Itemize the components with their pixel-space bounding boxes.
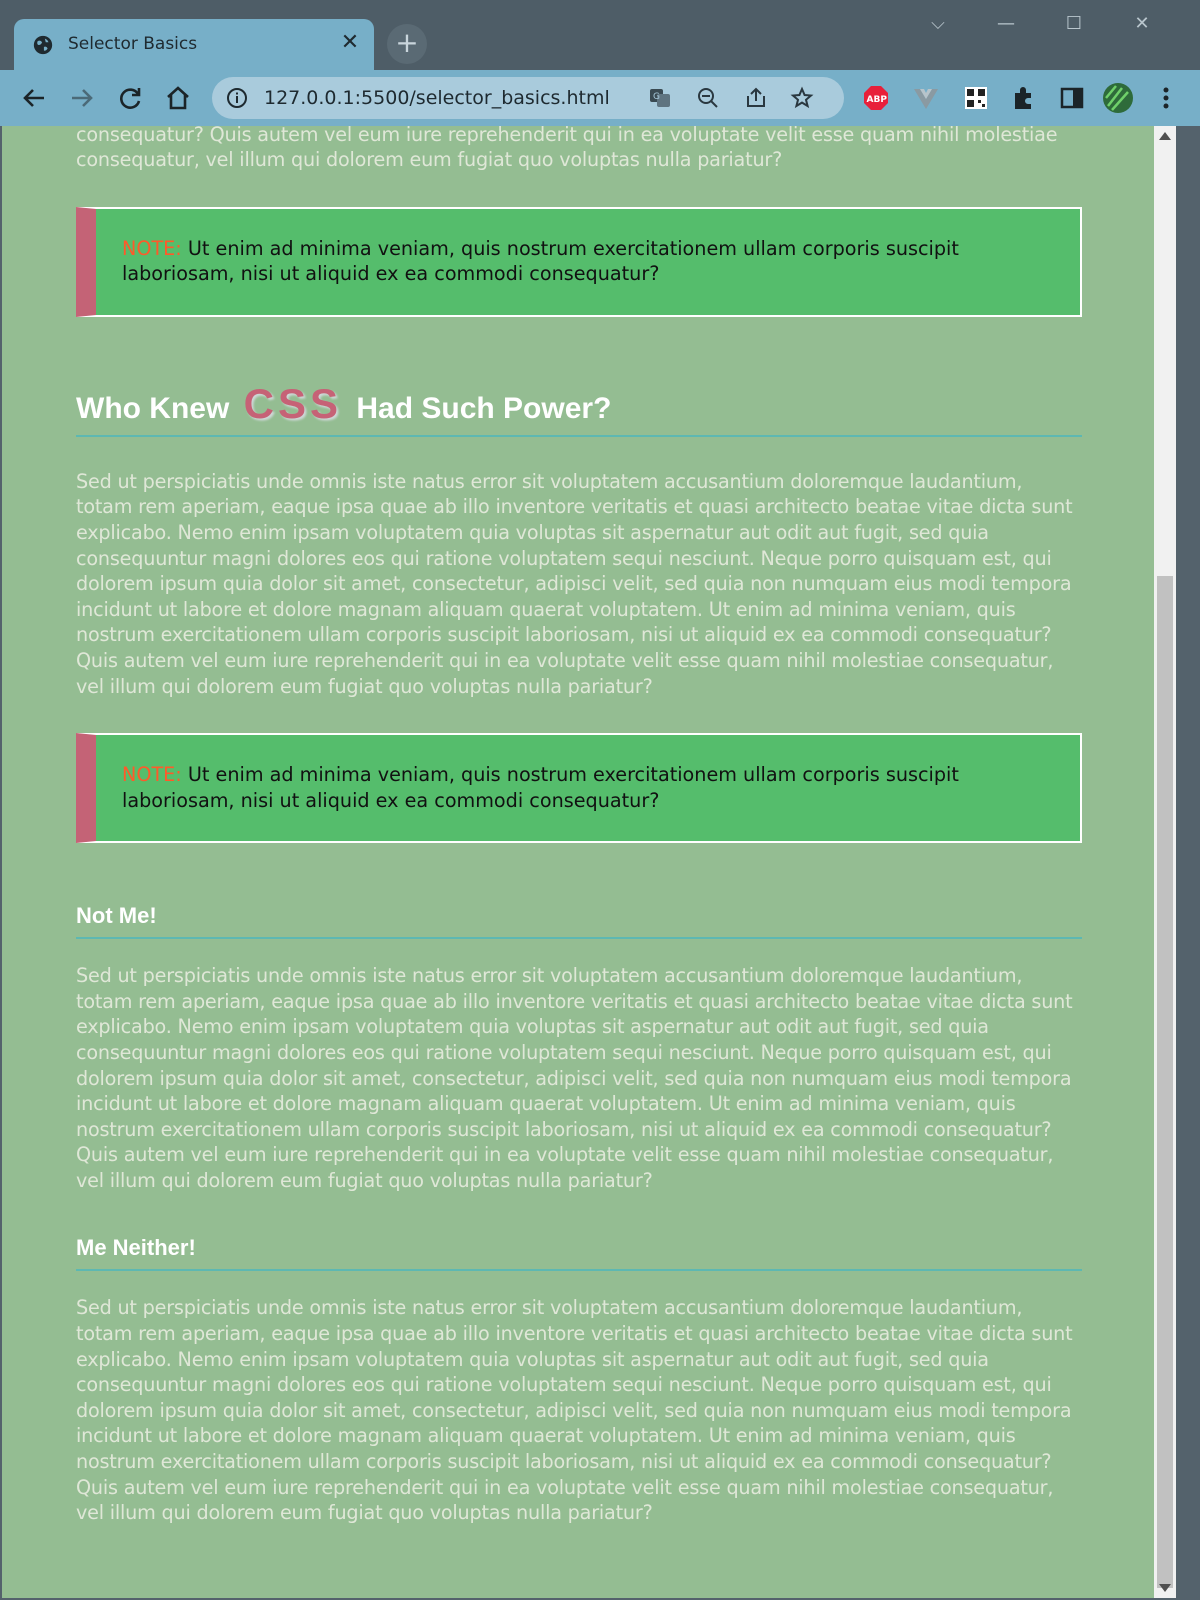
scroll-up-arrow-icon[interactable]: [1159, 132, 1171, 140]
page-viewport[interactable]: veniam, quis nostrum exercitationem ulla…: [2, 126, 1176, 1598]
note-label: NOTE:: [122, 236, 182, 260]
css-word: CSS: [243, 379, 343, 427]
translate-icon[interactable]: G: [648, 86, 672, 110]
more-menu-icon[interactable]: [1152, 84, 1180, 112]
new-tab-button[interactable]: +: [387, 24, 427, 64]
bookmark-star-icon[interactable]: [790, 86, 814, 110]
tab-search-icon[interactable]: ⌵: [914, 10, 962, 38]
extensions-puzzle-icon[interactable]: [1010, 84, 1038, 112]
paragraph: Sed ut perspiciatis unde omnis iste natu…: [76, 964, 1073, 1192]
close-window-button[interactable]: ✕: [1118, 10, 1166, 38]
tab-title: Selector Basics: [68, 34, 198, 54]
svg-text:ABP: ABP: [867, 95, 888, 105]
adblock-plus-icon[interactable]: ABP: [862, 84, 890, 112]
heading-not-me: Not Me!: [76, 899, 1082, 940]
note-box: NOTE: Ut enim ad minima veniam, quis nos…: [76, 206, 1082, 317]
paragraph: Sed ut perspiciatis unde omnis iste natu…: [76, 1296, 1073, 1525]
share-icon[interactable]: [744, 86, 768, 110]
close-tab-icon[interactable]: ✕: [338, 31, 362, 55]
note-box: NOTE: Ut enim ad minima veniam, quis nos…: [76, 733, 1082, 844]
note-text: Ut enim ad minima veniam, quis nostrum e…: [122, 763, 959, 812]
note-label: NOTE:: [122, 763, 182, 787]
profile-avatar[interactable]: [1102, 82, 1134, 114]
minimize-button[interactable]: —: [982, 10, 1030, 38]
site-info-icon[interactable]: [226, 87, 248, 109]
vue-devtools-icon[interactable]: [912, 84, 940, 112]
reload-icon[interactable]: [114, 82, 146, 114]
heading-me-neither: Me Neither!: [76, 1231, 1082, 1272]
vertical-scrollbar[interactable]: [1154, 126, 1176, 1598]
back-arrow-icon[interactable]: [18, 82, 50, 114]
svg-text:G: G: [653, 92, 660, 102]
heading-text-after: Had Such Power?: [356, 391, 612, 425]
browser-tab[interactable]: Selector Basics ✕: [14, 19, 374, 70]
url-text: 127.0.0.1:5500/selector_basics.html: [264, 87, 610, 109]
browser-titlebar: Selector Basics ✕ + ⌵ — ☐ ✕: [0, 0, 1200, 70]
maximize-button[interactable]: ☐: [1050, 10, 1098, 38]
heading-text-before: Who Knew: [76, 391, 230, 425]
side-panel-icon[interactable]: [1058, 84, 1086, 112]
page-content: veniam, quis nostrum exercitationem ulla…: [76, 126, 1082, 1526]
paragraph-top: veniam, quis nostrum exercitationem ulla…: [76, 126, 1058, 172]
home-icon[interactable]: [162, 82, 194, 114]
qr-code-icon[interactable]: [962, 84, 990, 112]
zoom-out-icon[interactable]: [696, 86, 720, 110]
note-text: Ut enim ad minima veniam, quis nostrum e…: [122, 236, 959, 286]
scroll-down-arrow-icon[interactable]: [1159, 1584, 1171, 1592]
paragraph: Sed ut perspiciatis unde omnis iste natu…: [76, 469, 1073, 698]
globe-icon: [33, 35, 53, 55]
address-bar[interactable]: 127.0.0.1:5500/selector_basics.html G: [212, 77, 844, 119]
browser-toolbar: 127.0.0.1:5500/selector_basics.html G AB…: [0, 70, 1200, 126]
scroll-thumb[interactable]: [1157, 576, 1173, 1588]
heading-who-knew-css: Who Knew CSS Had Such Power?: [76, 379, 1082, 437]
forward-arrow-icon[interactable]: [66, 82, 98, 114]
